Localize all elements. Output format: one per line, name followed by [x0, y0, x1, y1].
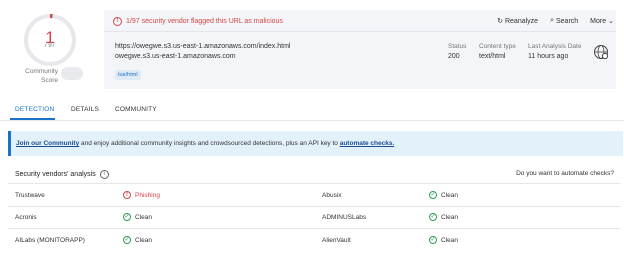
more-button[interactable]: More ⌄	[590, 17, 614, 26]
vendor-result: ✓ Clean	[429, 213, 458, 221]
malicious-alert: ! 1/97 security vendor flagged this URL …	[113, 13, 283, 29]
content-tag[interactable]: tue/html	[115, 70, 141, 80]
detection-score-total: / 97	[44, 43, 55, 49]
check-icon: ✓	[123, 236, 131, 244]
refresh-icon: ↻	[497, 18, 503, 25]
globe-scan-icon[interactable]	[593, 44, 609, 60]
community-score-indicator	[61, 67, 83, 80]
vendor-result: ! Phishing	[123, 191, 160, 199]
tabs-divider	[0, 120, 624, 121]
chevron-down-icon: ⌄	[608, 18, 614, 25]
vendor-result-label: Clean	[135, 236, 152, 244]
vendor-result-label: Clean	[441, 191, 458, 199]
vendor-name: AILabs (MONITORAPP)	[15, 237, 85, 244]
join-community-link[interactable]: Join our Community	[16, 140, 79, 147]
vendor-name: Trustwave	[15, 192, 45, 199]
community-score-label: Community Score	[25, 68, 58, 84]
vendor-name: AlienVault	[322, 237, 351, 244]
vendor-name: ADMINUSLabs	[322, 214, 367, 221]
more-label: More	[590, 17, 607, 25]
search-button[interactable]: ⌕ Search	[550, 17, 578, 25]
vendor-result-label: Clean	[135, 213, 152, 221]
panel-divider	[104, 31, 616, 32]
vendor-result: ✓ Clean	[429, 191, 458, 199]
vendor-name: Abusix	[322, 192, 342, 199]
vendor-result: ✓ Clean	[123, 213, 152, 221]
content-type-label: Content type	[479, 43, 516, 50]
status-value: 200	[448, 53, 460, 60]
vendors-title: Security vendors' analysis	[15, 171, 96, 178]
alert-text: 1/97 security vendor flagged this URL as…	[126, 17, 283, 25]
vendor-result-label: Clean	[441, 236, 458, 244]
row-divider	[8, 206, 620, 207]
check-icon: ✓	[429, 191, 437, 199]
banner-middle-text: and enjoy additional community insights …	[79, 140, 340, 147]
check-icon: ✓	[429, 236, 437, 244]
content-type-value: text/html	[479, 53, 506, 60]
analysis-date-value: 11 hours ago	[528, 53, 569, 60]
reanalyze-label: Reanalyze	[504, 17, 539, 25]
alert-icon: !	[113, 16, 122, 26]
reanalyze-button[interactable]: ↻ Reanalyze	[497, 17, 539, 26]
vendor-result: ✓ Clean	[123, 236, 152, 244]
vendor-result-label: Phishing	[135, 191, 160, 199]
search-label: Search	[555, 17, 579, 25]
row-divider	[8, 228, 620, 229]
tab-details[interactable]: DETAILS	[71, 106, 99, 113]
scanned-host[interactable]: owegwe.s3.us-east-1.amazonaws.com	[115, 53, 236, 60]
status-label: Status	[448, 43, 467, 50]
vendor-name: Acronis	[15, 214, 37, 221]
info-icon[interactable]: i	[99, 170, 109, 179]
scanned-url[interactable]: https://owegwe.s3.us-east-1.amazonaws.co…	[115, 43, 290, 50]
tab-community[interactable]: COMMUNITY	[115, 106, 157, 113]
tab-detection[interactable]: DETECTION	[15, 106, 54, 113]
vendors-analysis-heading: Security vendors' analysis i	[15, 170, 109, 179]
warning-icon: !	[123, 191, 131, 199]
check-icon: ✓	[429, 213, 437, 221]
community-banner-text: Join our Community and enjoy additional …	[16, 140, 394, 147]
analysis-date-label: Last Analysis Date	[528, 43, 582, 50]
automate-checks-link[interactable]: automate checks.	[340, 140, 395, 147]
header-actions: ↻ Reanalyze ⌕ Search More ⌄	[497, 13, 614, 29]
search-icon: ⌕	[550, 17, 554, 24]
automate-checks-prompt[interactable]: Do you want to automate checks?	[516, 170, 614, 177]
check-icon: ✓	[123, 213, 131, 221]
vendors-divider	[8, 183, 620, 184]
vendor-result: ✓ Clean	[429, 236, 458, 244]
vendor-result-label: Clean	[441, 213, 458, 221]
